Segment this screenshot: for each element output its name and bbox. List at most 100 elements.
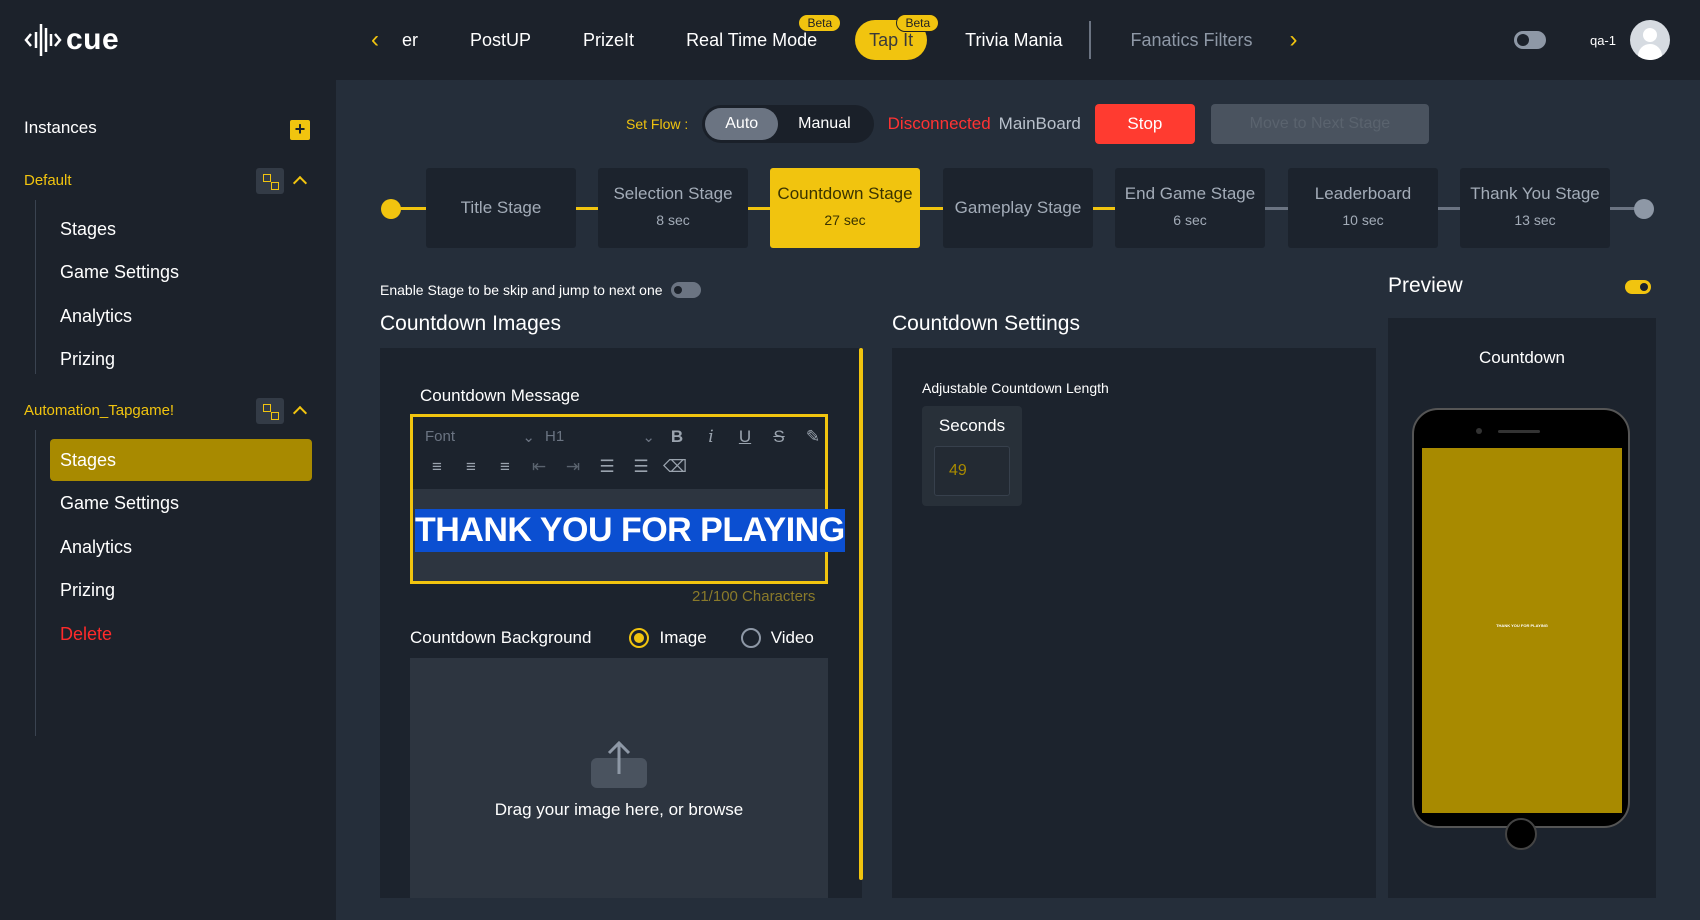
stage-name: Countdown Stage bbox=[777, 184, 913, 203]
video-radio[interactable] bbox=[740, 628, 761, 648]
cue-logo[interactable]: cue bbox=[24, 20, 119, 60]
font-select[interactable]: Font ⌄ bbox=[425, 428, 535, 446]
phone-preview-text: THANK YOU FOR PLAYING bbox=[1496, 623, 1548, 628]
stop-button[interactable]: Stop bbox=[1094, 104, 1195, 144]
outdent-icon[interactable]: ⇤ bbox=[527, 457, 551, 477]
tab-partial[interactable]: er bbox=[390, 20, 444, 60]
video-radio-label[interactable]: Video bbox=[771, 628, 814, 648]
tabs-prev-chevron-icon[interactable]: ‹ bbox=[360, 26, 390, 54]
editor-toolbar-row-2: ≡ ≡ ≡ ⇤ ⇥ ☰ ☰ ⌫ bbox=[425, 457, 687, 477]
countdown-message-text[interactable]: THANK YOU FOR PLAYING bbox=[415, 509, 845, 552]
highlight-pen-icon[interactable]: ✎ bbox=[801, 427, 825, 447]
countdown-settings-panel: Adjustable Countdown Length Seconds 49 bbox=[892, 348, 1376, 898]
eraser-icon[interactable]: ⌫ bbox=[663, 457, 687, 477]
upload-instructions: Drag your image here, or browse bbox=[494, 800, 744, 819]
stage-thank-you[interactable]: Thank You Stage 13 sec bbox=[1460, 168, 1610, 248]
board-name: MainBoard bbox=[998, 114, 1081, 133]
align-center-icon[interactable]: ≡ bbox=[459, 457, 483, 477]
sidebar-item-stages-active[interactable]: Stages bbox=[50, 439, 312, 481]
heading-select[interactable]: H1 ⌄ bbox=[545, 428, 655, 446]
sidebar-item-stages[interactable]: Stages bbox=[60, 208, 116, 250]
stage-name: Selection Stage bbox=[613, 184, 733, 203]
upload-icon bbox=[591, 740, 647, 788]
stage-gameplay[interactable]: Gameplay Stage bbox=[943, 168, 1093, 248]
tab-real-time-mode[interactable]: Real Time Mode Beta bbox=[660, 14, 843, 60]
underline-icon[interactable]: U bbox=[733, 427, 757, 447]
panel-scrollbar[interactable] bbox=[859, 348, 863, 880]
flow-segmented-control: Auto Manual bbox=[702, 105, 874, 143]
tab-label: PostUP bbox=[470, 30, 532, 50]
instance-automation-tapgame[interactable]: Automation_Tapgame! bbox=[24, 402, 174, 419]
stage-time: 8 sec bbox=[656, 212, 690, 228]
tab-prizeit[interactable]: PrizeIt bbox=[557, 20, 660, 60]
tab-tap-it[interactable]: Tap It Beta bbox=[855, 14, 940, 60]
move-to-next-stage-button[interactable]: Move to Next Stage bbox=[1210, 104, 1429, 144]
tab-label: PrizeIt bbox=[583, 30, 635, 50]
preview-title: Preview bbox=[1388, 274, 1463, 297]
theme-toggle[interactable] bbox=[1513, 31, 1546, 49]
timeline-end-dot bbox=[1634, 199, 1654, 219]
countdown-message-label: Countdown Message bbox=[420, 386, 580, 405]
image-upload-dropzone[interactable]: Drag your image here, or browse bbox=[410, 658, 828, 898]
stage-selection[interactable]: Selection Stage 8 sec bbox=[598, 168, 748, 248]
editor-toolbar-row-1: Font ⌄ H1 ⌄ B i U S ✎ bbox=[425, 427, 825, 447]
stage-countdown[interactable]: Countdown Stage 27 sec bbox=[770, 168, 920, 248]
preview-panel: Countdown THANK YOU FOR PLAYING bbox=[1388, 318, 1656, 898]
flow-manual-option[interactable]: Manual bbox=[778, 108, 870, 140]
tab-label: Fanatics Filters bbox=[1130, 30, 1253, 50]
image-radio-label[interactable]: Image bbox=[659, 628, 706, 648]
seconds-input[interactable]: 49 bbox=[934, 446, 1010, 496]
bullet-list-icon[interactable]: ☰ bbox=[629, 457, 653, 477]
image-radio[interactable] bbox=[629, 628, 650, 648]
add-instance-plus-icon[interactable]: + bbox=[290, 120, 310, 140]
beta-badge: Beta bbox=[798, 14, 842, 32]
sidebar-item-prizing[interactable]: Prizing bbox=[60, 569, 115, 611]
sidebar-item-analytics[interactable]: Analytics bbox=[60, 526, 132, 568]
qr-code-icon[interactable] bbox=[256, 398, 284, 424]
stage-leaderboard[interactable]: Leaderboard 10 sec bbox=[1288, 168, 1438, 248]
countdown-settings-title: Countdown Settings bbox=[892, 312, 1080, 335]
stage-end-game[interactable]: End Game Stage 6 sec bbox=[1115, 168, 1265, 248]
user-avatar-icon[interactable] bbox=[1630, 20, 1670, 60]
stage-time: 13 sec bbox=[1514, 212, 1556, 228]
strikethrough-icon[interactable]: S bbox=[767, 427, 791, 447]
sidebar-item-prizing[interactable]: Prizing bbox=[60, 338, 115, 380]
stage-name: Leaderboard bbox=[1314, 184, 1412, 203]
phone-camera bbox=[1476, 428, 1482, 434]
tab-fanatics-filters[interactable]: Fanatics Filters bbox=[1105, 20, 1279, 60]
sidebar-item-game-settings[interactable]: Game Settings bbox=[60, 482, 179, 524]
tab-label: Trivia Mania bbox=[965, 30, 1063, 50]
sidebar-item-delete[interactable]: Delete bbox=[60, 613, 112, 655]
sidebar-item-game-settings[interactable]: Game Settings bbox=[60, 251, 179, 293]
align-right-icon[interactable]: ≡ bbox=[493, 457, 517, 477]
sidebar-item-analytics[interactable]: Analytics bbox=[60, 295, 132, 337]
ordered-list-icon[interactable]: ☰ bbox=[595, 457, 619, 477]
stage-name: Thank You Stage bbox=[1470, 184, 1600, 203]
preview-toggle[interactable] bbox=[1625, 280, 1651, 294]
chevron-up-icon[interactable] bbox=[292, 172, 308, 188]
waveform-logo-icon bbox=[24, 24, 62, 56]
tree-line bbox=[35, 200, 36, 374]
instance-default[interactable]: Default bbox=[24, 172, 72, 189]
align-left-icon[interactable]: ≡ bbox=[425, 457, 449, 477]
bold-icon[interactable]: B bbox=[665, 427, 689, 447]
flow-auto-option[interactable]: Auto bbox=[705, 108, 779, 140]
instances-title: Instances bbox=[24, 118, 97, 137]
tab-label: Tap It bbox=[869, 30, 914, 50]
chevron-down-icon: ⌄ bbox=[642, 429, 655, 446]
tab-trivia-mania[interactable]: Trivia Mania bbox=[939, 20, 1088, 60]
timeline-start-dot bbox=[381, 199, 401, 219]
indent-icon[interactable]: ⇥ bbox=[561, 457, 585, 477]
countdown-images-title: Countdown Images bbox=[380, 312, 561, 335]
chevron-up-icon[interactable] bbox=[292, 402, 308, 418]
phone-home-button bbox=[1505, 818, 1537, 850]
tab-postup[interactable]: PostUP bbox=[444, 20, 557, 60]
rich-text-editor: Font ⌄ H1 ⌄ B i U S ✎ ≡ ≡ ≡ ⇤ ⇥ ☰ ☰ ⌫ TH… bbox=[410, 414, 845, 584]
qr-code-icon[interactable] bbox=[256, 168, 284, 194]
stage-title[interactable]: Title Stage bbox=[426, 168, 576, 248]
italic-icon[interactable]: i bbox=[699, 427, 723, 447]
stage-time: 10 sec bbox=[1342, 212, 1384, 228]
editor-content[interactable]: THANK YOU FOR PLAYING bbox=[413, 489, 845, 581]
tabs-next-chevron-icon[interactable]: › bbox=[1279, 26, 1309, 54]
skip-stage-toggle[interactable] bbox=[670, 282, 701, 298]
